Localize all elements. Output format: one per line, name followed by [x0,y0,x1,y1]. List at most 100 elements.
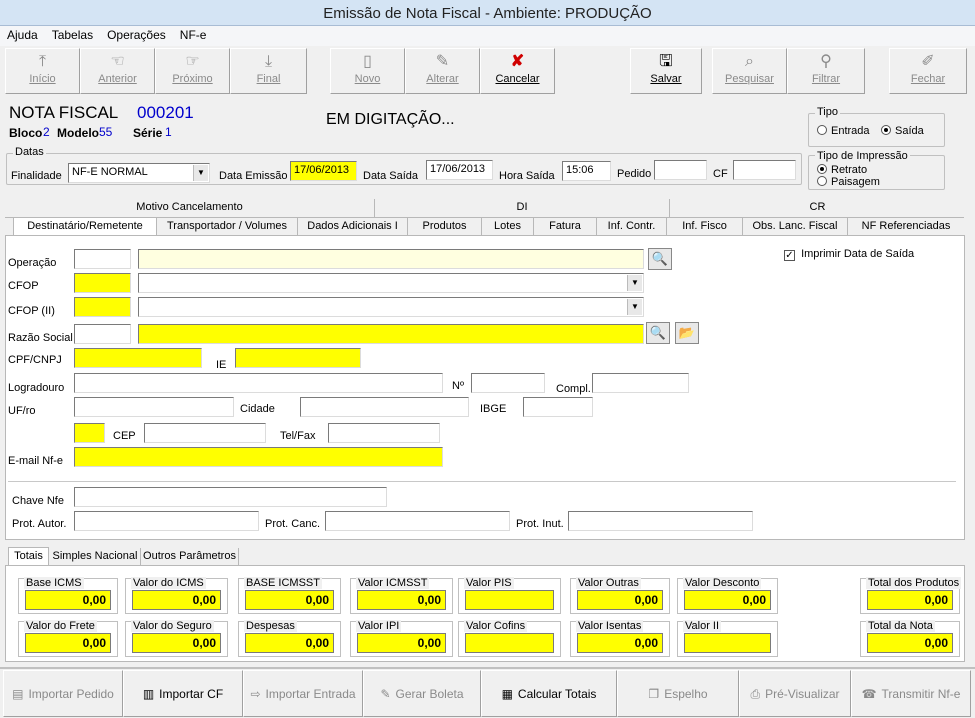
cf-label: CF [713,168,728,180]
cfop2-label: CFOP (II) [8,305,55,317]
prot-autor-label: Prot. Autor. [12,518,67,530]
subtab-simples-nacional[interactable]: Simples Nacional [50,548,141,566]
novo-button[interactable]: ▯ Novo [330,48,405,94]
close-icon: ✐ [921,53,935,70]
transmit-icon: ☎ [861,687,877,701]
serie-label: Série [133,126,163,140]
prot-canc-label: Prot. Canc. [265,518,321,530]
finalidade-select[interactable]: NF-E NORMAL ▼ [68,163,210,183]
email-field[interactable] [74,447,443,467]
cancel-x-icon: ✘ [510,53,525,70]
imprimir-data-checkbox[interactable]: ✓ Imprimir Data de Saída [784,248,914,261]
razao-code-field[interactable] [74,324,131,344]
fechar-button[interactable]: ✐ Fechar [889,48,967,94]
total-valor-isentas: Valor Isentas 0,00 [570,620,670,657]
tab-obs-lanc-fiscal[interactable]: Obs. Lanc. Fiscal [743,218,848,236]
total-valor-ipi: Valor IPI 0,00 [350,620,453,657]
paisagem-radio[interactable]: Paisagem [817,176,880,188]
ie-field[interactable] [235,348,361,368]
cf-field[interactable] [733,160,796,180]
cfop2-code-field[interactable] [74,297,131,317]
entrada-radio[interactable]: Entrada [817,125,870,137]
cfop-select[interactable]: ▼ [138,273,644,293]
gerar-boleta-button[interactable]: ✎ Gerar Boleta [363,670,481,717]
retrato-radio[interactable]: Retrato [817,164,867,176]
tab-inf-fisco[interactable]: Inf. Fisco [667,218,743,236]
espelho-button[interactable]: ❐ Espelho [617,670,739,717]
menu-ajuda[interactable]: Ajuda [0,26,45,44]
calcular-totais-button[interactable]: ▦ Calcular Totais [481,670,617,717]
razao-lookup-icon[interactable]: 🔍 [646,322,670,344]
tab-nf-referenciadas[interactable]: NF Referenciadas [848,218,964,236]
tab-cr[interactable]: CR [670,199,965,217]
final-button[interactable]: ⤓ Final [230,48,307,94]
tab-produtos[interactable]: Produtos [408,218,482,236]
salvar-button[interactable]: 🖫 Salvar [630,48,702,94]
tab-dados-adicionais[interactable]: Dados Adicionais I [298,218,408,236]
total-valor-icms: Valor do ICMS 0,00 [125,577,228,614]
subtab-totais[interactable]: Totais [8,547,49,565]
compl-field[interactable] [592,373,689,393]
subtab-outros-parametros[interactable]: Outros Parâmetros [141,548,239,566]
folder-icon[interactable]: 📂 [675,322,699,344]
alterar-button[interactable]: ✎ Alterar [405,48,480,94]
importar-entrada-button[interactable]: ⇨ Importar Entrada [243,670,363,717]
uf-code-field[interactable] [74,423,105,443]
pedido-field[interactable] [654,160,707,180]
transmitir-button[interactable]: ☎ Transmitir Nf-e [851,670,971,717]
saida-date-field[interactable]: 17/06/2013 [426,160,493,180]
hora-field[interactable]: 15:06 [562,161,611,181]
previous-icon: ☜ [110,53,125,70]
tab-lotes[interactable]: Lotes [482,218,534,236]
anterior-button[interactable]: ☜ Anterior [80,48,155,94]
logradouro-field[interactable] [74,373,443,393]
tab-fatura[interactable]: Fatura [534,218,597,236]
tel-field[interactable] [328,423,440,443]
cidade-field[interactable] [300,397,469,417]
total-valor-desconto: Valor Desconto 0,00 [677,577,778,614]
ibge-field[interactable] [523,397,593,417]
tab-transportador[interactable]: Transportador / Volumes [157,218,298,236]
tab-motivo-cancelamento[interactable]: Motivo Cancelamento [5,199,375,217]
inicio-button[interactable]: ⤒ Início [5,48,80,94]
tel-label: Tel/Fax [280,430,316,442]
saida-radio[interactable]: Saída [881,125,924,137]
razao-label: Razão Social [8,332,73,344]
cpf-field[interactable] [74,348,202,368]
razao-name-field[interactable] [138,324,644,344]
prot-canc-field[interactable] [325,511,510,531]
numero-field[interactable] [471,373,545,393]
pesquisar-button[interactable]: ⌕ Pesquisar [712,48,787,94]
nota-number: 000201 [137,103,194,122]
mirror-icon: ❐ [648,687,660,701]
chave-field[interactable] [74,487,387,507]
cep-field[interactable] [144,423,266,443]
cancelar-button[interactable]: ✘ Cancelar [480,48,555,94]
tab-di[interactable]: DI [375,199,670,217]
operacao-lookup-icon[interactable]: 🔍 [648,248,672,270]
modelo-value: 55 [99,125,113,139]
emissao-field[interactable]: 17/06/2013 [290,161,357,181]
uf-field[interactable] [74,397,234,417]
pre-visualizar-button[interactable]: ⎙ Pré-Visualizar [739,670,851,717]
cfop-code-field[interactable] [74,273,131,293]
prot-autor-field[interactable] [74,511,259,531]
chave-label: Chave Nfe [12,495,64,507]
prot-inut-field[interactable] [568,511,753,531]
cfop2-select[interactable]: ▼ [138,297,644,317]
ie-label: IE [216,359,227,371]
filtrar-button[interactable]: ⚲ Filtrar [787,48,865,94]
importar-cf-button[interactable]: ▥ Importar CF [123,670,243,717]
importar-pedido-button[interactable]: ▤ Importar Pedido [3,670,123,717]
operacao-code-field[interactable] [74,249,131,269]
menu-nfe[interactable]: NF-e [173,26,214,44]
cpf-label: CPF/CNPJ [8,354,62,366]
bottom-divider [0,667,975,669]
tab-destinatario[interactable]: Destinatário/Remetente [13,217,157,235]
menu-operacoes[interactable]: Operações [100,26,173,44]
menu-tabelas[interactable]: Tabelas [45,26,100,44]
operacao-desc-field[interactable] [138,249,644,269]
import-icon: ▤ [12,687,24,701]
tab-inf-contr[interactable]: Inf. Contr. [597,218,667,236]
proximo-button[interactable]: ☞ Próximo [155,48,230,94]
